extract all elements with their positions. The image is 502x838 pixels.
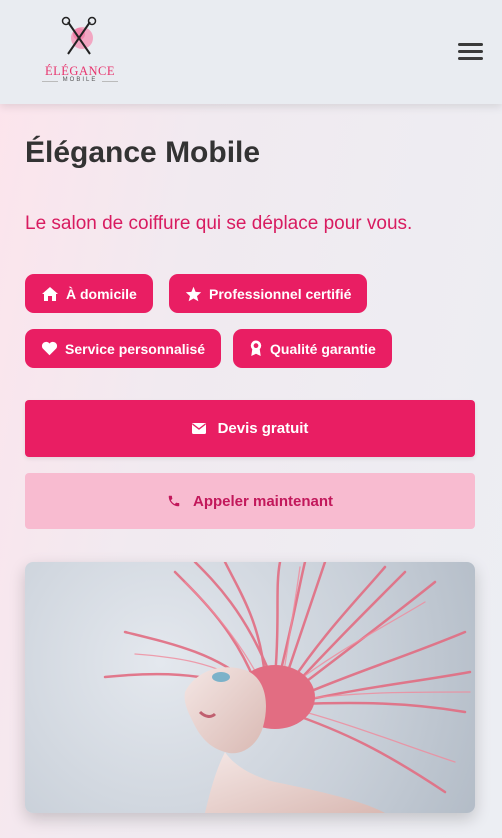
logo-divider [102,81,118,82]
badge-label: Service personnalisé [65,340,206,357]
star-icon [185,286,202,301]
hamburger-menu-icon[interactable] [458,43,484,63]
badge-home-service: À domicile [25,274,153,313]
woman-pink-hair-photo [103,562,472,813]
badge-label: Professionnel certifié [209,285,352,302]
tagline: Le salon de coiffure qui se déplace pour… [25,213,413,234]
badge-certified: Professionnel certifié [169,274,368,313]
badge-label: Qualité garantie [270,340,376,357]
free-quote-button[interactable]: Devis gratuit [25,400,475,457]
award-icon [250,340,262,357]
hero-image [25,562,475,813]
call-now-label: Appeler maintenant [192,492,334,510]
phone-icon [168,495,180,507]
badge-quality: Qualité garantie [233,329,392,368]
home-icon [42,286,58,301]
logo-subtext: MOBILE [62,77,98,83]
envelope-icon [191,423,206,434]
call-now-button[interactable]: Appeler maintenant [25,473,475,529]
site-header: ÉLÉGANCE MOBILE [0,0,502,104]
badge-personalized: Service personnalisé [25,329,222,368]
scissors-logo-icon [61,16,97,55]
heart-icon [41,341,58,356]
page-title: Élégance Mobile [25,136,261,169]
badge-label: À domicile [66,285,137,302]
free-quote-label: Devis gratuit [217,420,309,437]
brand-logo[interactable]: ÉLÉGANCE MOBILE [40,14,120,88]
